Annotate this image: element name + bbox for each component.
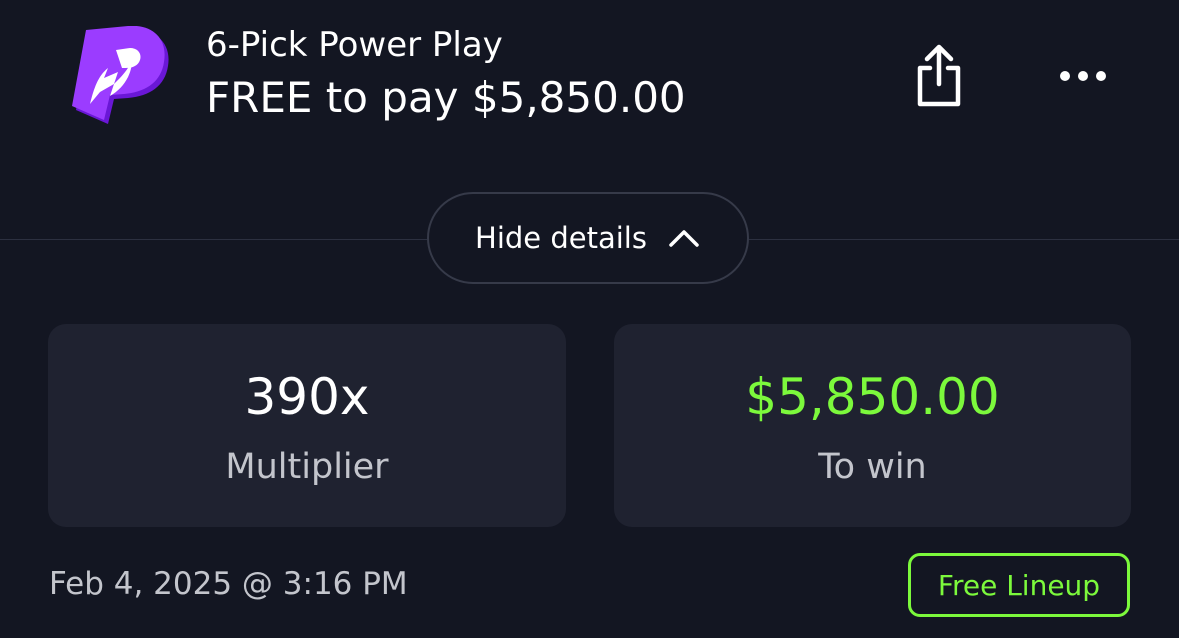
share-button[interactable] <box>906 42 972 112</box>
multiplier-card: 390x Multiplier <box>48 324 566 527</box>
lineup-date: Feb 4, 2025 @ 3:16 PM <box>49 566 408 602</box>
multiplier-value: 390x <box>244 368 370 426</box>
more-options-button[interactable] <box>1052 56 1114 96</box>
to-win-card: $5,850.00 To win <box>614 324 1131 527</box>
to-win-value: $5,850.00 <box>745 368 1000 426</box>
power-play-logo-icon <box>68 25 172 128</box>
hide-details-button[interactable]: Hide details <box>427 192 749 284</box>
share-icon <box>917 44 961 107</box>
lineup-title: FREE to pay $5,850.00 <box>206 73 686 122</box>
header-text: 6-Pick Power Play FREE to pay $5,850.00 <box>206 22 686 126</box>
multiplier-caption: Multiplier <box>225 447 389 487</box>
free-lineup-badge: Free Lineup <box>908 553 1130 617</box>
hide-details-label: Hide details <box>475 221 647 255</box>
lineup-type: 6-Pick Power Play <box>206 25 503 65</box>
to-win-caption: To win <box>818 447 927 487</box>
chevron-up-icon <box>669 230 699 247</box>
more-dots-icon <box>1060 71 1106 81</box>
free-lineup-label: Free Lineup <box>937 568 1101 602</box>
